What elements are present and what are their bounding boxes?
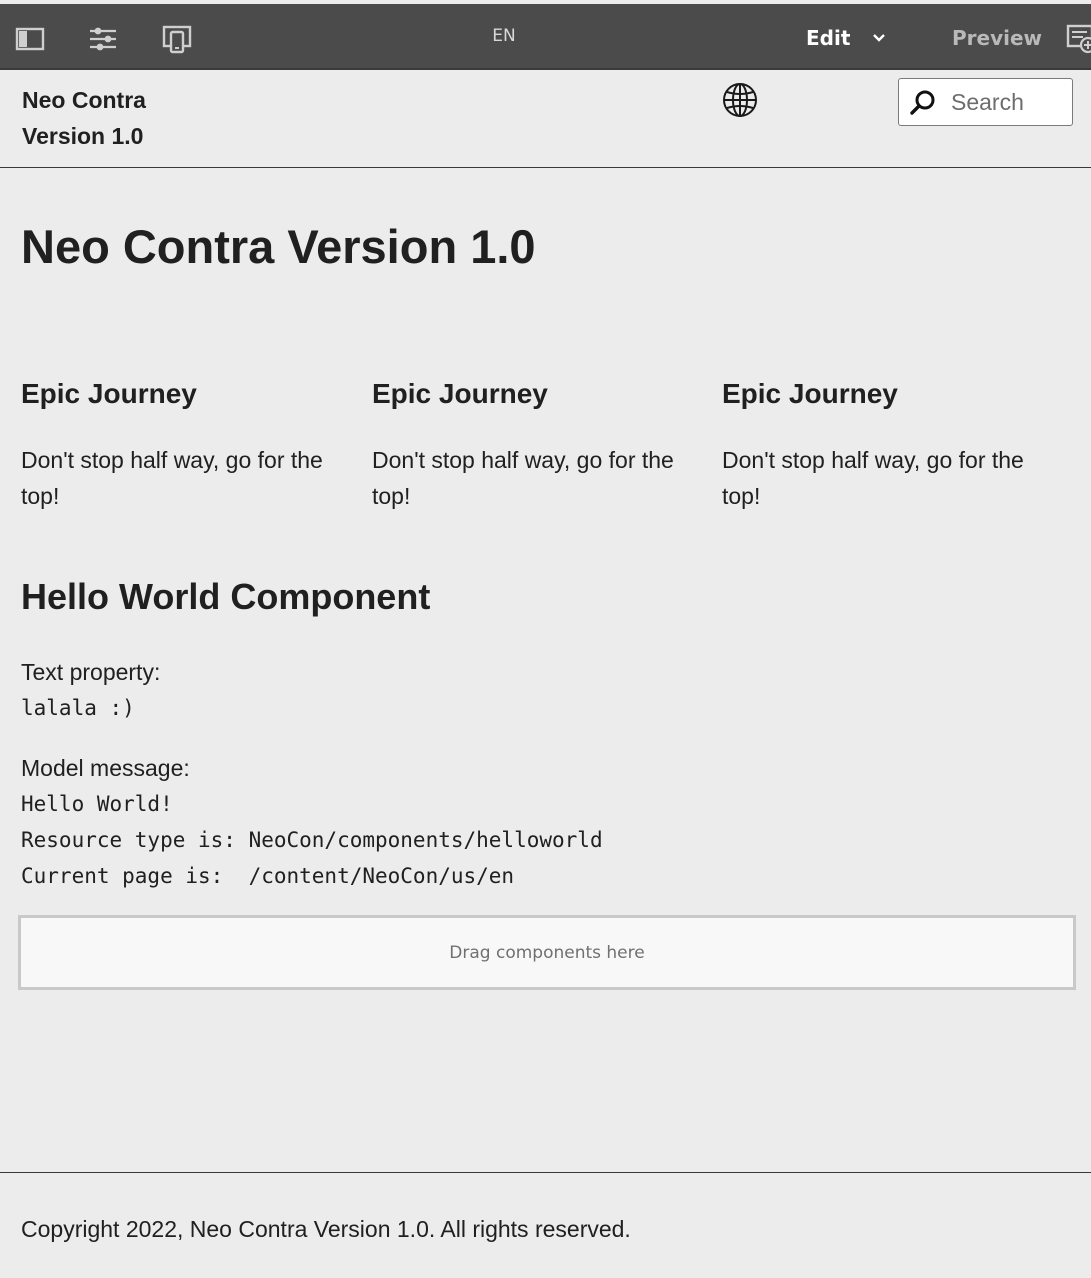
model-line: Resource type is: NeoCon/components/hell… <box>21 828 603 852</box>
editor-toolbar: EN Edit Preview <box>0 4 1091 70</box>
teaser-text: Don't stop half way, go for the top! <box>21 447 323 509</box>
text-property-block[interactable]: Text property: lalala :) <box>21 654 160 726</box>
search-box[interactable] <box>898 78 1073 126</box>
site-header: Neo Contra Version 1.0 <box>0 70 1091 168</box>
chevron-down-icon <box>872 33 886 43</box>
teaser-text: Don't stop half way, go for the top! <box>722 447 1024 509</box>
teaser-title: Epic Journey <box>21 378 197 409</box>
text-property-label: Text property: <box>21 659 161 685</box>
search-input[interactable] <box>949 87 1069 117</box>
globe-icon[interactable] <box>722 82 758 118</box>
hello-world-title: Hello World Component <box>21 576 431 617</box>
model-line: Current page is: /content/NeoCon/us/en <box>21 864 515 888</box>
dropzone-label: Drag components here <box>449 942 645 963</box>
model-message-block[interactable]: Model message: Hello World! Resource typ… <box>21 750 603 894</box>
text-property-value: lalala :) <box>21 696 135 720</box>
page-title: Neo Contra Version 1.0 <box>21 220 536 273</box>
mode-selector[interactable]: Edit <box>806 22 886 54</box>
site-title-line1: Neo Contra <box>22 87 146 113</box>
emulator-icon[interactable] <box>162 24 192 54</box>
model-message-label: Model message: <box>21 755 190 781</box>
teaser-card[interactable]: Epic Journey Don't stop half way, go for… <box>372 376 702 514</box>
teaser-title: Epic Journey <box>722 378 898 409</box>
copyright-text: Copyright 2022, Neo Contra Version 1.0. … <box>21 1216 631 1242</box>
language-indicator: EN <box>492 26 516 46</box>
side-panel-icon[interactable] <box>15 24 45 54</box>
annotations-icon[interactable] <box>1065 24 1091 54</box>
teaser-text: Don't stop half way, go for the top! <box>372 447 674 509</box>
search-icon <box>909 88 937 116</box>
model-line: Hello World! <box>21 792 173 816</box>
site-title-line2: Version 1.0 <box>22 123 144 149</box>
teaser-card[interactable]: Epic Journey Don't stop half way, go for… <box>21 376 351 514</box>
teaser-title: Epic Journey <box>372 378 548 409</box>
component-dropzone[interactable]: Drag components here <box>18 915 1076 990</box>
preview-button[interactable]: Preview <box>952 22 1042 54</box>
site-footer: Copyright 2022, Neo Contra Version 1.0. … <box>0 1172 1091 1278</box>
page-properties-icon[interactable] <box>88 24 118 54</box>
teaser-card[interactable]: Epic Journey Don't stop half way, go for… <box>722 376 1052 514</box>
site-title[interactable]: Neo Contra Version 1.0 <box>22 82 222 154</box>
mode-label: Edit <box>806 26 851 50</box>
